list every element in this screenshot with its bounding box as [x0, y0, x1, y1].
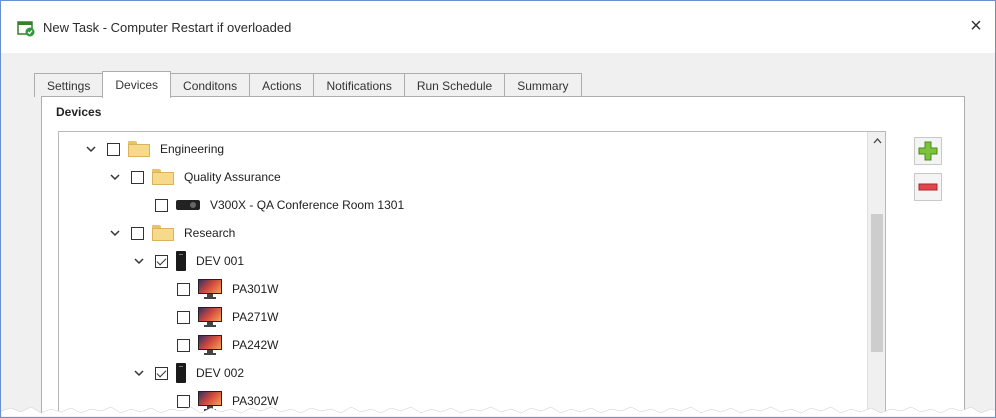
- remove-device-button[interactable]: [914, 173, 942, 201]
- tab-strip: Settings Devices Conditons Actions Notif…: [34, 71, 582, 98]
- computer-icon: [176, 251, 186, 271]
- tree-node-pa271w[interactable]: PA271W: [177, 306, 278, 328]
- tree-node-label: PA271W: [232, 310, 279, 324]
- monitor-icon: [198, 307, 222, 327]
- tab-settings[interactable]: Settings: [34, 73, 104, 97]
- tree-node-v300x[interactable]: V300X - QA Conference Room 1301: [155, 194, 404, 216]
- computer-icon: [176, 363, 186, 383]
- pa301w-checkbox[interactable]: [177, 282, 190, 296]
- close-icon: ×: [970, 14, 982, 37]
- chevron-down-icon[interactable]: [109, 171, 121, 183]
- v300x-checkbox[interactable]: [155, 198, 168, 212]
- tree-scrollbar[interactable]: [867, 132, 885, 417]
- tree-node-label: PA242W: [232, 338, 279, 352]
- tab-run-schedule[interactable]: Run Schedule: [403, 73, 506, 97]
- chevron-down-icon[interactable]: [85, 143, 97, 155]
- tree-node-label: PA301W: [232, 282, 279, 296]
- tree-node-quality-assurance[interactable]: Quality Assurance: [109, 166, 281, 188]
- minus-icon: [918, 183, 938, 191]
- tree-node-pa301w[interactable]: PA301W: [177, 278, 278, 300]
- tree-node-engineering[interactable]: Engineering: [85, 138, 224, 160]
- tab-summary[interactable]: Summary: [504, 73, 582, 97]
- title-bar: New Task - Computer Restart if overloade…: [1, 1, 995, 53]
- pa242w-checkbox[interactable]: [177, 338, 190, 352]
- projector-icon: [176, 200, 200, 210]
- devices-group-label: Devices: [56, 105, 102, 119]
- tab-devices[interactable]: Devices: [102, 71, 172, 98]
- quality-assurance-checkbox[interactable]: [131, 170, 144, 184]
- dev-001-checkbox[interactable]: [155, 254, 168, 268]
- tree-node-label: V300X - QA Conference Room 1301: [210, 198, 405, 212]
- engineering-checkbox[interactable]: [107, 142, 120, 156]
- window-title: New Task - Computer Restart if overloade…: [43, 20, 292, 35]
- torn-edge: [1, 406, 995, 417]
- new-task-dialog: New Task - Computer Restart if overloade…: [0, 0, 996, 418]
- folder-icon: [128, 141, 150, 157]
- tree-node-label: DEV 001: [196, 254, 245, 268]
- dev-002-checkbox[interactable]: [155, 366, 168, 380]
- tree-node-label: DEV 002: [196, 366, 245, 380]
- research-checkbox[interactable]: [131, 226, 144, 240]
- close-button[interactable]: ×: [961, 11, 991, 41]
- folder-icon: [152, 225, 174, 241]
- scroll-thumb[interactable]: [871, 214, 883, 352]
- monitor-icon: [198, 335, 222, 355]
- tree-node-pa242w[interactable]: PA242W: [177, 334, 278, 356]
- device-tree: Engineering Quality Assurance V300X - QA…: [58, 131, 886, 417]
- tree-node-dev-001[interactable]: DEV 001: [133, 250, 244, 272]
- chevron-down-icon[interactable]: [133, 367, 145, 379]
- plus-icon: [918, 141, 938, 161]
- tab-conditions[interactable]: Conditons: [170, 73, 251, 97]
- pa271w-checkbox[interactable]: [177, 310, 190, 324]
- tab-actions[interactable]: Actions: [249, 73, 315, 97]
- folder-icon: [152, 169, 174, 185]
- add-device-button[interactable]: [914, 137, 942, 165]
- tab-notifications[interactable]: Notifications: [313, 73, 405, 97]
- tree-node-label: Quality Assurance: [184, 170, 281, 184]
- tree-node-research[interactable]: Research: [109, 222, 235, 244]
- tree-node-label: Research: [184, 226, 236, 240]
- tree-node-label: Engineering: [160, 142, 225, 156]
- devices-panel: Devices Engineering Quality Assurance V3…: [41, 96, 965, 417]
- monitor-icon: [198, 279, 222, 299]
- task-app-icon: [17, 21, 35, 37]
- chevron-down-icon[interactable]: [109, 227, 121, 239]
- scroll-up-icon[interactable]: [868, 132, 885, 150]
- tree-node-dev-002[interactable]: DEV 002: [133, 362, 244, 384]
- chevron-down-icon[interactable]: [133, 255, 145, 267]
